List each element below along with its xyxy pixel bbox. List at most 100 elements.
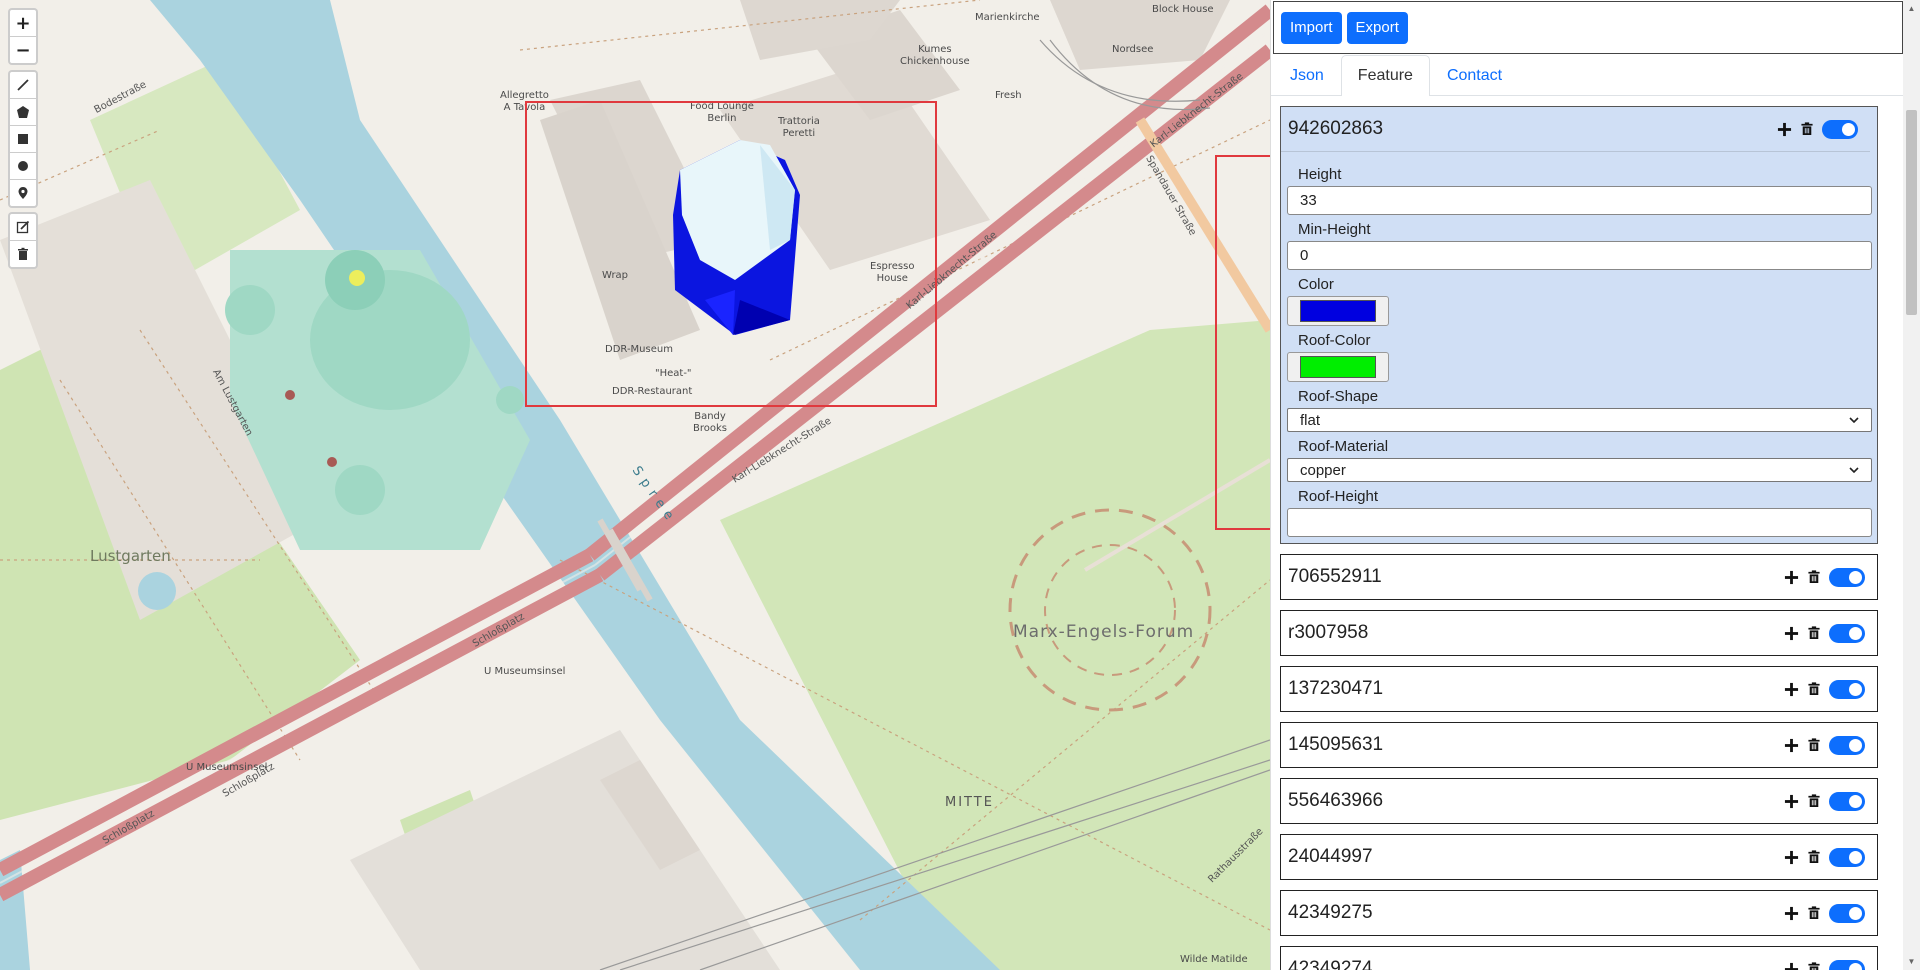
feature-actions bbox=[1783, 959, 1865, 970]
zoom-in-button[interactable]: + bbox=[10, 10, 36, 37]
delete-button[interactable] bbox=[1806, 793, 1822, 809]
add-button[interactable] bbox=[1783, 681, 1799, 697]
feature-card-header: 42349274 bbox=[1281, 947, 1877, 970]
map-label-marienkirche: Marienkirche bbox=[975, 12, 1040, 23]
import-button[interactable]: Import bbox=[1281, 11, 1342, 44]
map-canvas[interactable] bbox=[0, 0, 1270, 970]
feature-card-header: 706552911 bbox=[1281, 555, 1877, 599]
edit-toolbar bbox=[8, 212, 38, 269]
color-swatch bbox=[1300, 300, 1376, 322]
feature-card-header: 942602863 bbox=[1281, 107, 1870, 152]
add-button[interactable] bbox=[1783, 569, 1799, 585]
chevron-down-icon bbox=[1849, 467, 1859, 473]
map-label-u-museumsinsel-1: U Museumsinsel bbox=[484, 666, 566, 677]
feature-card-header: 42349275 bbox=[1281, 891, 1877, 935]
roof-shape-select[interactable]: flat bbox=[1287, 408, 1872, 432]
trash-icon bbox=[1808, 570, 1820, 583]
trash-icon bbox=[1801, 122, 1813, 135]
circle-icon bbox=[18, 161, 28, 171]
roof-height-input[interactable] bbox=[1287, 508, 1872, 537]
add-button[interactable] bbox=[1776, 121, 1792, 137]
chevron-down-icon bbox=[1849, 417, 1859, 423]
delete-button[interactable] bbox=[1806, 625, 1822, 641]
delete-button[interactable] bbox=[1806, 569, 1822, 585]
visibility-toggle[interactable] bbox=[1822, 119, 1858, 139]
scroll-down-arrow[interactable]: ▼ bbox=[1903, 953, 1920, 970]
roof-material-select[interactable]: copper bbox=[1287, 458, 1872, 482]
feature-card: 145095631 bbox=[1280, 722, 1878, 768]
marker-icon bbox=[18, 187, 28, 199]
draw-circle-button[interactable] bbox=[10, 153, 36, 180]
feature-card-header: 137230471 bbox=[1281, 667, 1877, 711]
zoom-control: + − bbox=[8, 8, 38, 65]
scroll-up-arrow[interactable]: ▲ bbox=[1903, 0, 1920, 17]
min-height-input[interactable] bbox=[1287, 241, 1872, 270]
scroll-thumb[interactable] bbox=[1906, 110, 1917, 315]
visibility-toggle[interactable] bbox=[1829, 735, 1865, 755]
visibility-toggle[interactable] bbox=[1829, 791, 1865, 811]
add-button[interactable] bbox=[1783, 793, 1799, 809]
feature-actions bbox=[1783, 623, 1865, 643]
roof-color-picker[interactable] bbox=[1287, 352, 1389, 382]
draw-polyline-button[interactable] bbox=[10, 72, 36, 99]
delete-layers-button[interactable] bbox=[10, 241, 36, 267]
draw-toolbar bbox=[8, 70, 38, 208]
delete-button[interactable] bbox=[1806, 681, 1822, 697]
trash-icon bbox=[1808, 626, 1820, 639]
trash-icon bbox=[1808, 962, 1820, 970]
draw-rectangle-button[interactable] bbox=[10, 126, 36, 153]
visibility-toggle[interactable] bbox=[1829, 567, 1865, 587]
tab-feature[interactable]: Feature bbox=[1340, 55, 1430, 96]
feature-id: 24044997 bbox=[1288, 846, 1373, 867]
visibility-toggle[interactable] bbox=[1829, 847, 1865, 867]
delete-button[interactable] bbox=[1806, 849, 1822, 865]
delete-button[interactable] bbox=[1806, 905, 1822, 921]
color-picker[interactable] bbox=[1287, 296, 1389, 326]
plus-icon bbox=[1784, 738, 1798, 752]
feature-id: 42349274 bbox=[1288, 958, 1373, 970]
delete-button[interactable] bbox=[1806, 737, 1822, 753]
map-label-allegretto: Allegretto A Tavola bbox=[500, 90, 549, 113]
visibility-toggle[interactable] bbox=[1829, 903, 1865, 923]
map-label-marx-engels-forum: Marx-Engels-Forum bbox=[1013, 622, 1195, 642]
feature-card: r3007958 bbox=[1280, 610, 1878, 656]
polygon-icon bbox=[17, 106, 29, 118]
visibility-toggle[interactable] bbox=[1829, 679, 1865, 699]
visibility-toggle[interactable] bbox=[1829, 623, 1865, 643]
plus-icon bbox=[1784, 906, 1798, 920]
map-view[interactable]: Lustgarten Marx-Engels-Forum MITTE Spree… bbox=[0, 0, 1270, 970]
add-button[interactable] bbox=[1783, 905, 1799, 921]
delete-button[interactable] bbox=[1806, 961, 1822, 970]
panel-toolbar: Import Export bbox=[1273, 1, 1903, 54]
feature-card-header: r3007958 bbox=[1281, 611, 1877, 655]
feature-id: 706552911 bbox=[1288, 566, 1382, 587]
draw-marker-button[interactable] bbox=[10, 180, 36, 206]
feature-card: 24044997 bbox=[1280, 834, 1878, 880]
feature-actions bbox=[1783, 735, 1865, 755]
edit-layers-button[interactable] bbox=[10, 214, 36, 241]
feature-card: 137230471 bbox=[1280, 666, 1878, 712]
add-button[interactable] bbox=[1783, 961, 1799, 970]
draw-polygon-button[interactable] bbox=[10, 99, 36, 126]
map-label-heat: "Heat-" bbox=[655, 368, 692, 379]
panel-scrollbar[interactable]: ▲ ▼ bbox=[1903, 0, 1920, 970]
zoom-out-button[interactable]: − bbox=[10, 37, 36, 63]
map-label-lustgarten: Lustgarten bbox=[90, 547, 171, 565]
feature-actions bbox=[1783, 903, 1865, 923]
export-button[interactable]: Export bbox=[1346, 11, 1408, 44]
add-button[interactable] bbox=[1783, 625, 1799, 641]
tab-contact[interactable]: Contact bbox=[1430, 55, 1519, 95]
min-height-label: Min-Height bbox=[1298, 221, 1371, 238]
add-button[interactable] bbox=[1783, 737, 1799, 753]
tab-json[interactable]: Json bbox=[1273, 55, 1341, 95]
delete-button[interactable] bbox=[1799, 121, 1815, 137]
app-window: Lustgarten Marx-Engels-Forum MITTE Spree… bbox=[0, 0, 1920, 970]
polyline-icon bbox=[17, 79, 29, 91]
feature-id: 137230471 bbox=[1288, 678, 1384, 699]
height-input[interactable] bbox=[1287, 186, 1872, 215]
roof-material-label: Roof-Material bbox=[1298, 438, 1389, 455]
trash-icon bbox=[1808, 850, 1820, 863]
visibility-toggle[interactable] bbox=[1829, 959, 1865, 970]
add-button[interactable] bbox=[1783, 849, 1799, 865]
map-label-nordsee: Nordsee bbox=[1112, 44, 1154, 55]
